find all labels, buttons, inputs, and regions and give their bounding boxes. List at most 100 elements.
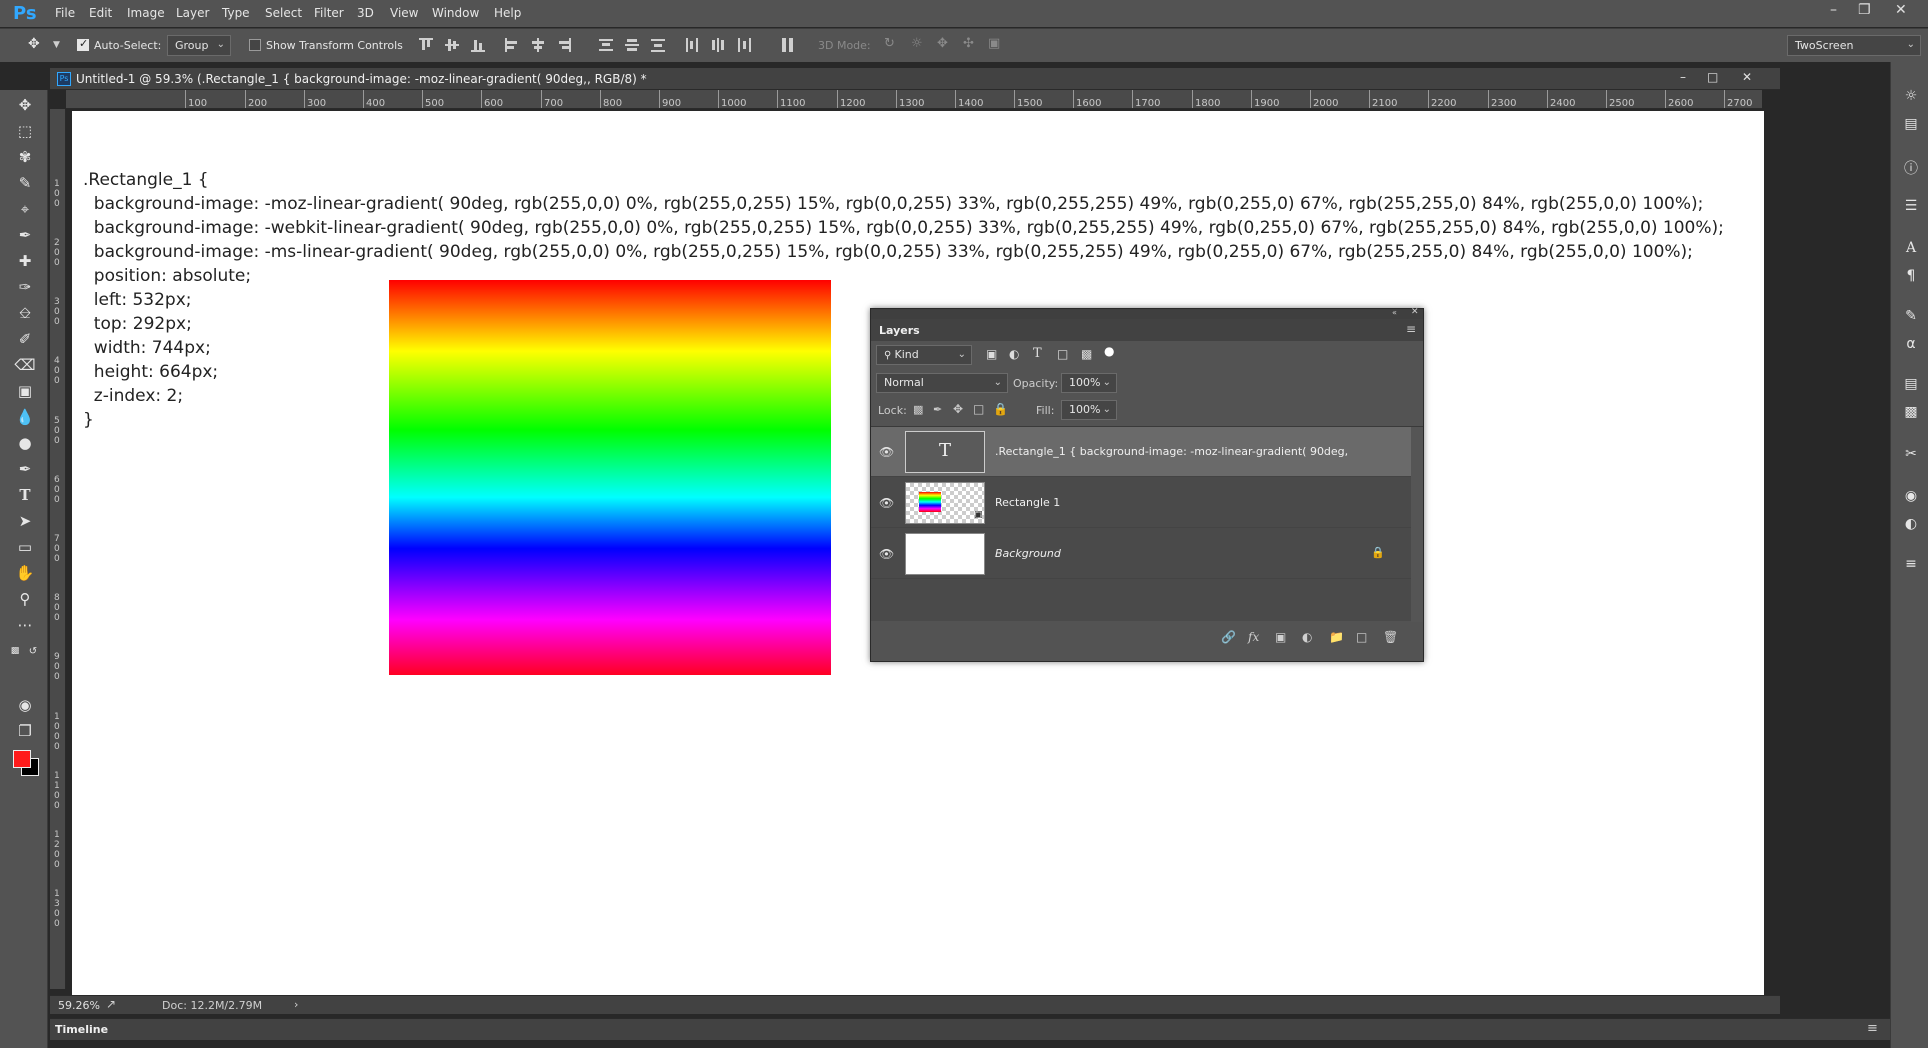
eye-icon[interactable]: 👁 — [879, 496, 894, 510]
opacity-field[interactable]: 100% ⌄ — [1061, 373, 1117, 393]
menu-type[interactable]: Type — [222, 6, 250, 20]
document-tab[interactable]: Ps Untitled-1 @ 59.3% (.Rectangle_1 { ba… — [50, 68, 1780, 90]
tab-layers[interactable]: Layers — [879, 324, 920, 337]
brush-tool-icon[interactable]: ✑ — [14, 276, 36, 298]
menu-window[interactable]: Window — [432, 6, 479, 20]
screen-mode-icon[interactable]: ❐ — [14, 720, 36, 742]
rectangle-tool-icon[interactable]: ▭ — [14, 536, 36, 558]
adjustment-layer-icon[interactable]: ◐ — [1302, 630, 1312, 644]
lock-transparent-icon[interactable]: ▩ — [913, 403, 923, 416]
panel-header[interactable]: « ✕ — [871, 307, 1423, 319]
lock-all-icon[interactable]: 🔒 — [993, 402, 1008, 416]
menu-edit[interactable]: Edit — [89, 6, 112, 20]
character-styles-icon[interactable]: ✎ — [1902, 308, 1920, 326]
orbit-3d-icon[interactable]: ↻ — [884, 36, 898, 51]
filter-smart-object-icon[interactable]: ▩ — [1081, 347, 1092, 361]
lock-position-icon[interactable]: ✥ — [953, 402, 963, 416]
doc-size-info[interactable]: Doc: 12.2M/2.79M — [162, 999, 262, 1012]
healing-brush-tool-icon[interactable]: ✚ — [14, 250, 36, 272]
delete-layer-icon[interactable]: 🗑 — [1383, 630, 1398, 644]
marquee-tool-icon[interactable]: ⬚ — [14, 120, 36, 142]
eye-icon[interactable]: 👁 — [879, 547, 894, 561]
gradient-tool-icon[interactable]: ▣ — [14, 380, 36, 402]
default-colors-icon[interactable]: ▩ — [8, 640, 22, 662]
quick-mask-icon[interactable]: ◉ — [14, 694, 36, 716]
glyphs-panel-icon[interactable]: α — [1902, 336, 1920, 354]
quick-select-tool-icon[interactable]: ✎ — [14, 172, 36, 194]
paragraph-panel-icon[interactable]: ¶ — [1902, 268, 1920, 286]
layer-list-scrollbar[interactable] — [1411, 427, 1423, 622]
rainbow-gradient-rectangle[interactable] — [389, 280, 831, 675]
restore-icon[interactable]: ❐ — [1858, 2, 1871, 18]
properties-panel-icon[interactable]: ☰ — [1902, 198, 1920, 216]
zoom-tool-icon[interactable]: ⚲ — [14, 588, 36, 610]
show-transform-checkbox[interactable] — [249, 39, 261, 51]
path-selection-tool-icon[interactable]: ➤ — [14, 510, 36, 532]
notes-panel-icon[interactable]: ▤ — [1902, 376, 1920, 394]
filter-adjustment-icon[interactable]: ◐ — [1009, 347, 1019, 361]
new-layer-icon[interactable]: □ — [1356, 630, 1367, 644]
close-icon[interactable]: ✕ — [1895, 2, 1907, 18]
dodge-tool-icon[interactable]: ● — [14, 432, 36, 454]
menu-3d[interactable]: 3D — [357, 6, 374, 20]
blend-mode-dropdown[interactable]: Normal ⌄ — [876, 373, 1008, 393]
brush-panel-icon[interactable]: ◉ — [1902, 488, 1920, 506]
align-bottom-icon[interactable] — [471, 38, 485, 52]
fill-field[interactable]: 100% ⌄ — [1061, 400, 1117, 420]
menu-help[interactable]: Help — [494, 6, 521, 20]
distribute-hcenter-icon[interactable] — [711, 38, 725, 52]
export-icon[interactable]: ↗ — [106, 997, 116, 1011]
hand-tool-icon[interactable]: ✋ — [14, 562, 36, 584]
minimize-icon[interactable]: – — [1680, 70, 1686, 84]
workspace-dropdown[interactable]: TwoScreen ⌄ — [1787, 35, 1921, 56]
menu-layer[interactable]: Layer — [176, 6, 209, 20]
align-left-icon[interactable] — [505, 38, 519, 52]
align-vcenter-icon[interactable] — [445, 38, 459, 52]
lock-artboard-icon[interactable]: □ — [973, 402, 984, 416]
minimize-icon[interactable]: – — [1830, 2, 1837, 18]
move-tool-icon[interactable]: ✥ — [28, 36, 42, 52]
close-icon[interactable]: ✕ — [1742, 70, 1752, 84]
distribute-bottom-icon[interactable] — [651, 38, 665, 52]
move-tool-icon[interactable]: ✥ — [14, 94, 36, 116]
eyedropper-tool-icon[interactable]: ✒ — [14, 224, 36, 246]
new-group-icon[interactable]: 📁 — [1329, 630, 1344, 644]
crop-tool-icon[interactable]: ⌖ — [14, 198, 36, 220]
adjustments-panel-icon[interactable]: ◐ — [1902, 516, 1920, 534]
auto-select-target-dropdown[interactable]: Group ⌄ — [167, 35, 231, 56]
layer-row-text[interactable]: 👁 T .Rectangle_1 { background-image: -mo… — [871, 427, 1411, 477]
align-hcenter-icon[interactable] — [531, 38, 545, 52]
distribute-left-icon[interactable] — [685, 38, 699, 52]
info-panel-icon[interactable]: ⓘ — [1902, 158, 1920, 177]
swatches-panel-icon[interactable]: ▤ — [1902, 116, 1920, 134]
styles-panel-icon[interactable]: ≡ — [1902, 556, 1920, 574]
menu-file[interactable]: File — [55, 6, 75, 20]
lock-icon[interactable]: 🔒 — [1371, 546, 1385, 559]
menu-view[interactable]: View — [390, 6, 418, 20]
add-mask-icon[interactable]: ▣ — [1275, 630, 1286, 644]
align-right-icon[interactable] — [557, 38, 571, 52]
tools-preset-icon[interactable]: ✂ — [1902, 446, 1920, 464]
distribute-right-icon[interactable] — [737, 38, 751, 52]
filter-kind-dropdown[interactable]: ⚲ Kind ⌄ — [876, 345, 972, 365]
menu-filter[interactable]: Filter — [314, 6, 344, 20]
libraries-panel-icon[interactable]: ▩ — [1902, 404, 1920, 422]
auto-select-checkbox[interactable] — [77, 37, 89, 51]
blur-tool-icon[interactable]: 💧 — [14, 406, 36, 428]
history-brush-tool-icon[interactable]: ✐ — [14, 328, 36, 350]
eraser-tool-icon[interactable]: ⌫ — [14, 354, 36, 376]
align-top-icon[interactable] — [419, 38, 433, 52]
chevron-right-icon[interactable]: › — [294, 998, 298, 1011]
restore-icon[interactable]: □ — [1707, 70, 1718, 84]
pen-tool-icon[interactable]: ✒ — [14, 458, 36, 480]
chevron-down-icon[interactable]: ▼ — [53, 40, 67, 54]
close-icon[interactable]: ✕ — [1411, 307, 1419, 317]
layer-row-background[interactable]: 👁 Background 🔒 — [871, 529, 1411, 579]
edit-toolbar-icon[interactable]: ⋯ — [14, 614, 36, 636]
filter-type-icon[interactable]: T — [1033, 346, 1042, 361]
filter-shape-icon[interactable]: □ — [1057, 347, 1068, 361]
clone-stamp-tool-icon[interactable]: ⎒ — [14, 302, 36, 324]
foreground-color-swatch[interactable] — [13, 750, 31, 768]
eye-icon[interactable]: 👁 — [879, 445, 894, 459]
zoom-level[interactable]: 59.26% — [58, 999, 100, 1012]
